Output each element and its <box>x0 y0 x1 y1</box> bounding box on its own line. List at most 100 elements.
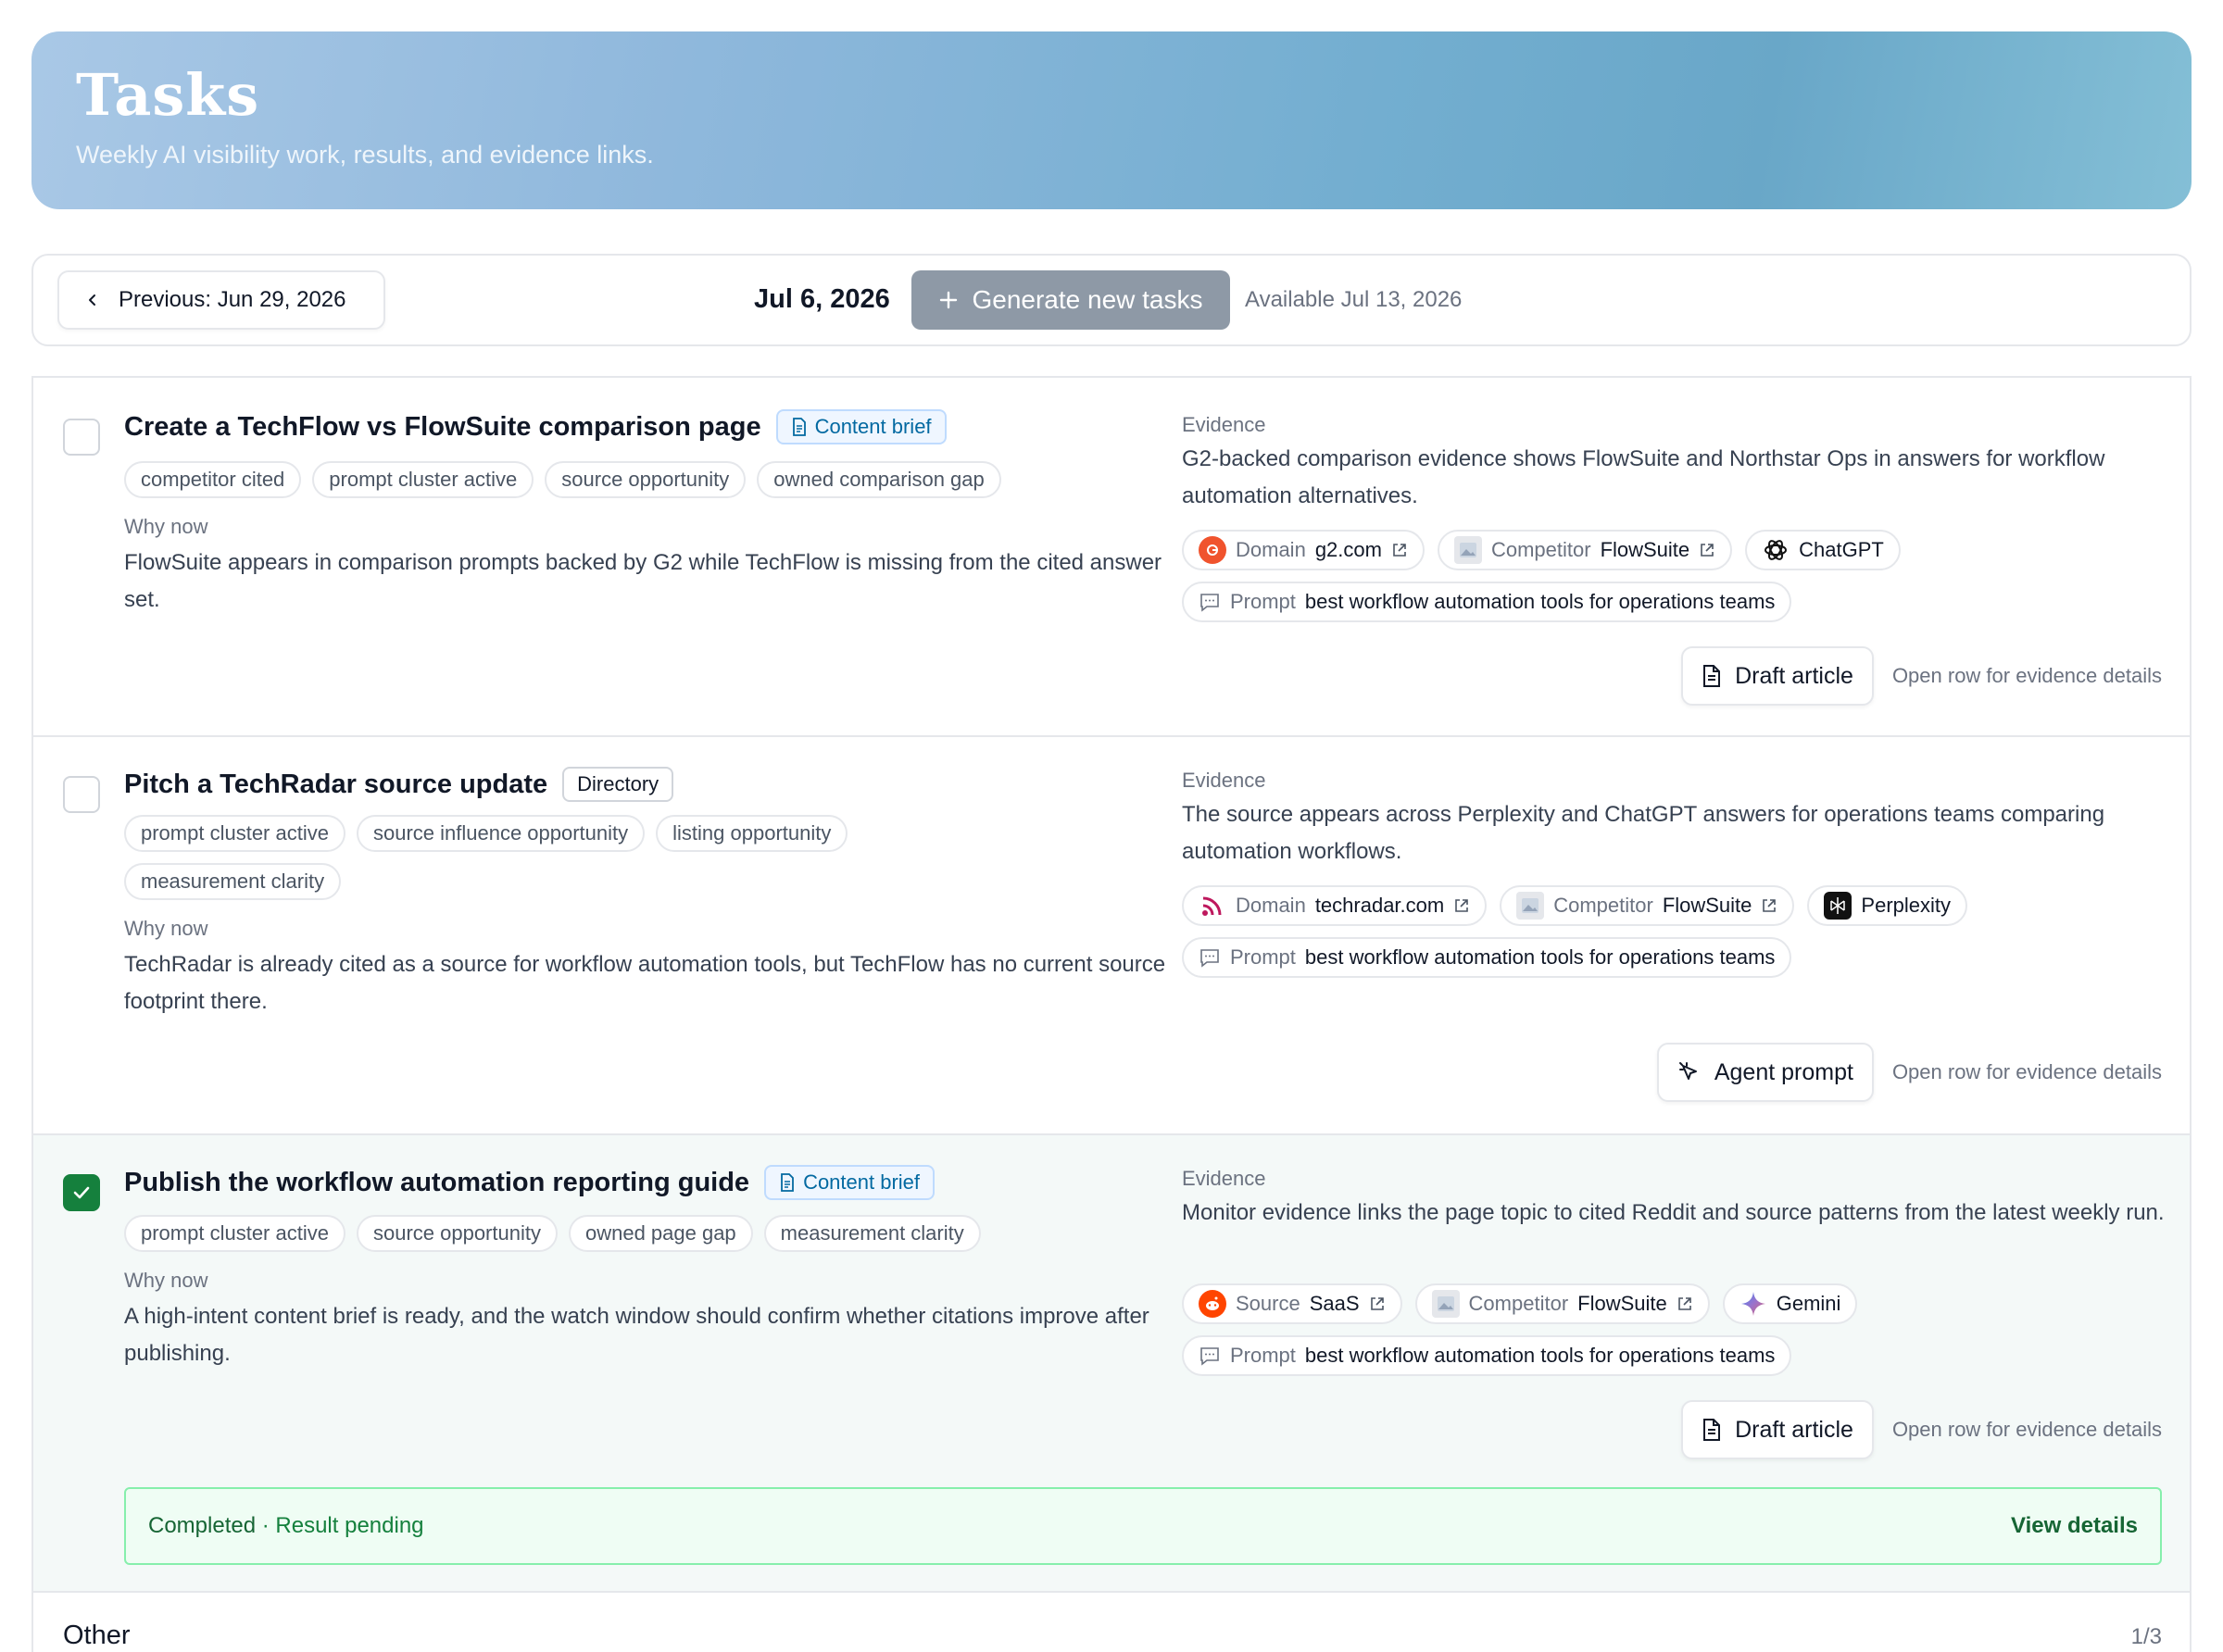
chip-value: FlowSuite <box>1600 538 1690 561</box>
view-details-link[interactable]: View details <box>2011 1513 2138 1539</box>
task-title: Pitch a TechRadar source update <box>124 769 548 799</box>
why-now-text: FlowSuite appears in comparison prompts … <box>124 550 1162 612</box>
domain-chip[interactable]: Domain g2.com <box>1182 530 1425 570</box>
message-icon <box>1200 1347 1219 1366</box>
image-placeholder-icon <box>1516 892 1545 920</box>
reddit-icon <box>1199 1290 1226 1318</box>
evidence-chips: Domain g2.com Competitor FlowSuite ChatG… <box>1182 530 2182 622</box>
task-tag: measurement clarity <box>763 1215 981 1252</box>
chip-value: g2.com <box>1314 538 1382 561</box>
evidence-chips: Domain techradar.com Competitor FlowSuit… <box>1182 885 2182 978</box>
evidence-text: G2-backed comparison evidence shows Flow… <box>1182 446 2105 508</box>
chip-value: best workflow automation tools for opera… <box>1304 590 1776 613</box>
chip-kind: Competitor <box>1490 538 1591 561</box>
task-tag: prompt cluster active <box>312 461 534 498</box>
open-row-hint: Open row for evidence details <box>1891 664 2162 687</box>
task-tag: prompt cluster active <box>124 815 345 852</box>
agent-prompt-button[interactable]: Agent prompt <box>1656 1043 1874 1102</box>
competitor-chip[interactable]: Competitor FlowSuite <box>1414 1283 1710 1324</box>
draft-article-button[interactable]: Draft article <box>1681 646 1874 706</box>
action-label: Agent prompt <box>1714 1058 1853 1085</box>
task-list: Create a TechFlow vs FlowSuite compariso… <box>31 376 2192 1652</box>
chevron-left-icon <box>89 294 95 306</box>
external-link-icon <box>1701 544 1714 557</box>
other-section-count: 1/3 <box>2130 1624 2162 1649</box>
result-status-detail: · Result pending <box>261 1513 424 1538</box>
other-section-header[interactable]: Other 1/3 <box>33 1593 2190 1652</box>
task-row[interactable]: Create a TechFlow vs FlowSuite compariso… <box>33 378 2190 737</box>
chip-value: techradar.com <box>1314 894 1445 917</box>
page-header-banner: Tasks Weekly AI visibility work, results… <box>31 31 2192 209</box>
engine-chip[interactable]: ChatGPT <box>1745 530 1901 570</box>
previous-week-label: Previous: Jun 29, 2026 <box>119 287 346 312</box>
competitor-chip[interactable]: Competitor FlowSuite <box>1437 530 1733 570</box>
result-status-label: Completed <box>148 1513 257 1538</box>
chip-value: Gemini <box>1776 1292 1841 1315</box>
source-chip[interactable]: Source SaaS <box>1182 1283 1402 1324</box>
external-link-icon <box>1763 899 1777 912</box>
perplexity-icon <box>1824 892 1852 920</box>
evidence-label: Evidence <box>1182 769 1266 792</box>
page-title: Tasks <box>76 61 260 129</box>
evidence-label: Evidence <box>1182 1167 1266 1190</box>
open-row-hint: Open row for evidence details <box>1891 1418 2162 1441</box>
document-icon <box>1703 1419 1721 1441</box>
page-subtitle: Weekly AI visibility work, results, and … <box>76 141 654 169</box>
domain-chip[interactable]: Domain techradar.com <box>1182 885 1488 926</box>
chip-value: Perplexity <box>1861 894 1951 917</box>
task-checkbox[interactable] <box>63 419 100 456</box>
open-row-hint: Open row for evidence details <box>1891 1060 2162 1083</box>
chip-value: SaaS <box>1309 1292 1360 1315</box>
document-icon <box>781 1173 794 1192</box>
chip-kind: Competitor <box>1468 1292 1569 1315</box>
draft-article-button[interactable]: Draft article <box>1681 1400 1874 1459</box>
task-type-label: Content brief <box>814 415 932 438</box>
chip-kind: Domain <box>1236 894 1306 917</box>
task-type-label: Content brief <box>803 1170 921 1194</box>
task-tag: source opportunity <box>545 461 747 498</box>
task-row[interactable]: Pitch a TechRadar source update Director… <box>33 737 2190 1135</box>
external-link-icon <box>1677 1297 1691 1310</box>
engine-chip[interactable]: Perplexity <box>1807 885 1967 926</box>
task-tag: source opportunity <box>356 1215 558 1252</box>
message-icon <box>1200 949 1219 968</box>
sparkle-cursor-icon <box>1678 1062 1697 1080</box>
task-actions: Agent prompt Open row for evidence detai… <box>1656 1043 2162 1102</box>
competitor-chip[interactable]: Competitor FlowSuite <box>1500 885 1795 926</box>
action-label: Draft article <box>1735 1416 1853 1443</box>
image-placeholder-icon <box>1431 1290 1460 1318</box>
checkmark-icon <box>73 1186 90 1199</box>
chip-kind: Source <box>1236 1292 1300 1315</box>
prompt-chip[interactable]: Prompt best workflow automation tools fo… <box>1182 1335 1792 1376</box>
generate-new-tasks-button[interactable]: Generate new tasks <box>911 270 1230 330</box>
week-navigation-bar: Previous: Jun 29, 2026 Jul 6, 2026 Gener… <box>31 254 2192 346</box>
gemini-icon <box>1739 1290 1767 1318</box>
chip-kind: Competitor <box>1553 894 1653 917</box>
task-tags: prompt cluster active source influence o… <box>124 815 958 900</box>
task-checkbox[interactable] <box>63 776 100 813</box>
task-tag: owned comparison gap <box>757 461 1001 498</box>
generate-new-tasks-label: Generate new tasks <box>972 285 1203 314</box>
available-date-text: Available Jul 13, 2026 <box>1245 287 1463 312</box>
previous-week-button[interactable]: Previous: Jun 29, 2026 <box>57 270 385 330</box>
prompt-chip[interactable]: Prompt best workflow automation tools fo… <box>1182 937 1792 978</box>
message-icon <box>1200 594 1219 612</box>
task-tag: prompt cluster active <box>124 1215 345 1252</box>
prompt-chip[interactable]: Prompt best workflow automation tools fo… <box>1182 582 1792 622</box>
evidence-text: The source appears across Perplexity and… <box>1182 802 2105 864</box>
task-type-badge: Content brief <box>764 1165 936 1200</box>
action-label: Draft article <box>1735 662 1853 689</box>
task-row[interactable]: Publish the workflow automation reportin… <box>33 1135 2190 1593</box>
chip-value: ChatGPT <box>1799 538 1884 561</box>
chip-value: best workflow automation tools for opera… <box>1304 945 1776 969</box>
document-icon <box>1703 665 1721 687</box>
image-placeholder-icon <box>1453 536 1482 564</box>
task-tag: measurement clarity <box>124 863 342 900</box>
task-title-row: Publish the workflow automation reportin… <box>124 1165 936 1200</box>
engine-chip[interactable]: Gemini <box>1722 1283 1858 1324</box>
techradar-icon <box>1199 892 1226 920</box>
plus-icon <box>940 291 958 309</box>
task-checkbox-checked[interactable] <box>63 1174 100 1211</box>
result-status: Completed · Result pending <box>148 1513 424 1539</box>
task-title-row: Pitch a TechRadar source update Director… <box>124 767 674 802</box>
